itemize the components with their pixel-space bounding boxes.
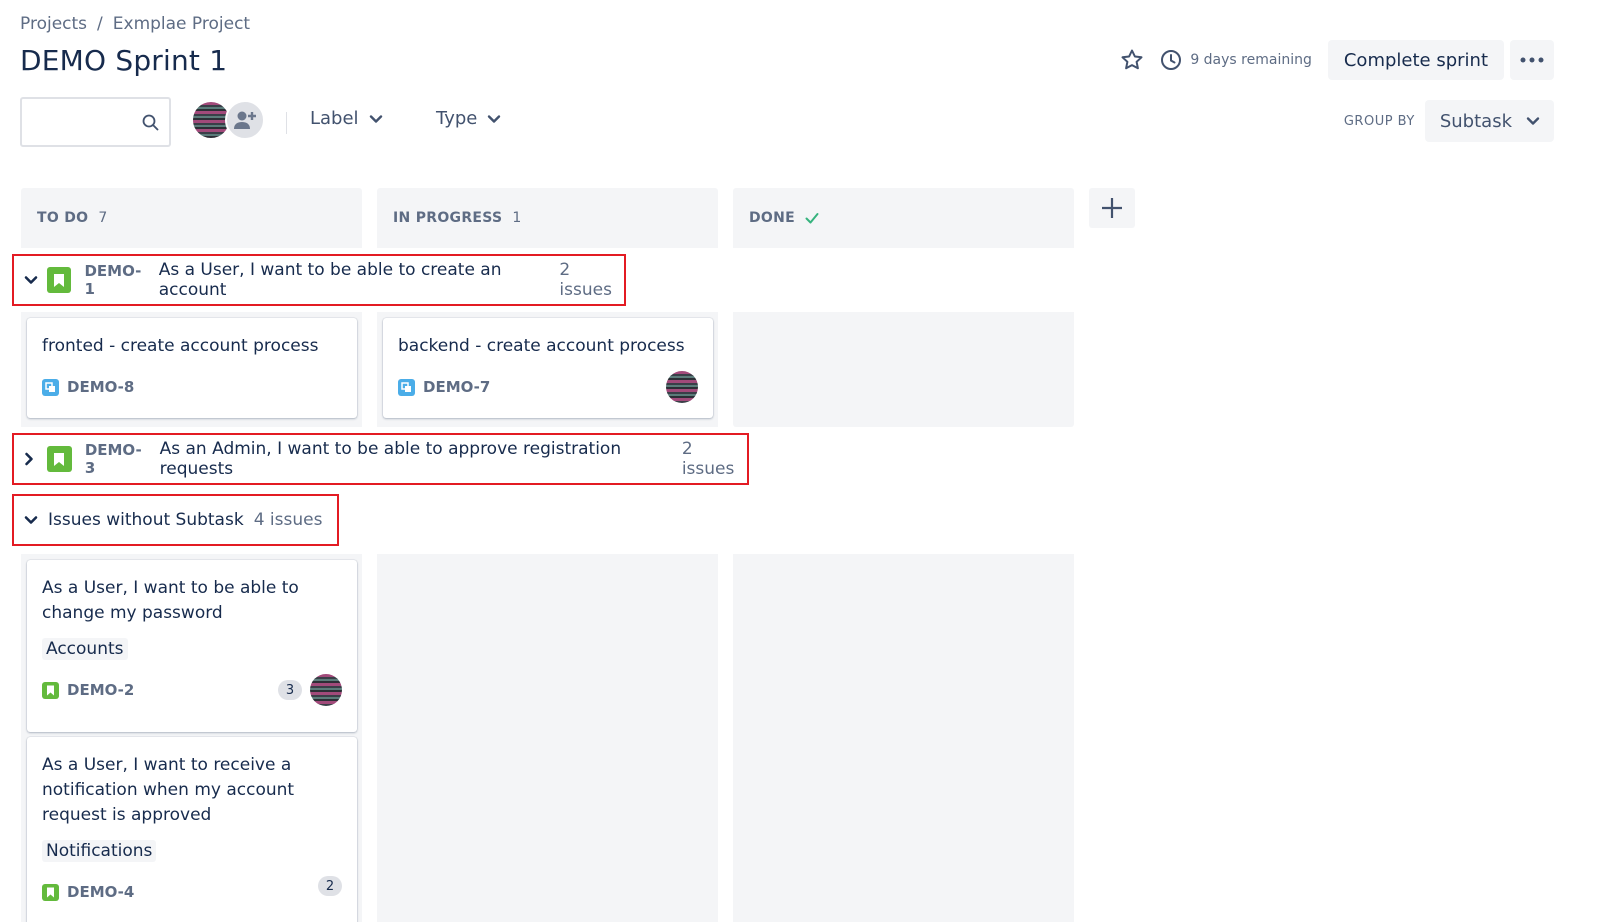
search-icon (142, 114, 159, 135)
label-filter-dropdown[interactable]: Label (310, 108, 383, 129)
card-summary: backend - create account process (398, 336, 685, 356)
card-demo-2[interactable]: As a User, I want to be able to change m… (27, 560, 357, 732)
more-actions-button[interactable] (1510, 40, 1554, 80)
cell-in-progress (377, 554, 718, 922)
days-remaining: 9 days remaining (1190, 52, 1312, 68)
board-toolbar: Label Type GROUP BY Subtask (20, 96, 1554, 148)
subtask-count-badge: 2 (318, 876, 342, 896)
card-footer: DEMO-7 (398, 371, 698, 403)
breadcrumb: Projects / Exmplae Project (20, 14, 250, 34)
card-summary: fronted - create account process (42, 336, 319, 356)
column-header-done: DONE (733, 188, 1074, 248)
swimlane-count: 4 issues (253, 510, 323, 530)
card-footer: DEMO-4 2 (42, 876, 342, 906)
add-people-button[interactable] (225, 100, 265, 140)
card-footer: DEMO-2 3 (42, 674, 342, 706)
swimlane-title: Issues without Subtask (48, 510, 244, 530)
search-input[interactable] (22, 99, 132, 145)
label-filter-text: Label (310, 108, 359, 129)
header-actions: 9 days remaining Complete sprint (1118, 40, 1554, 80)
card-meta: 2 (318, 876, 342, 896)
swimlane-issues-without-subtask[interactable]: Issues without Subtask 4 issues (12, 494, 339, 546)
column-header-todo: TO DO 7 (21, 188, 362, 248)
swimlane-title: As an Admin, I want to be able to approv… (159, 439, 622, 479)
chevron-right-icon[interactable] (24, 452, 39, 466)
column-count: 7 (98, 210, 108, 226)
column-count: 1 (512, 210, 522, 226)
card-meta: 3 (278, 674, 342, 706)
column-name: DONE (749, 210, 796, 226)
more-icon (1520, 57, 1544, 63)
swimlane-key[interactable]: DEMO-3 (85, 441, 149, 477)
chevron-down-icon (488, 114, 501, 123)
card-key[interactable]: DEMO-7 (423, 378, 490, 396)
swimlane-demo-3[interactable]: DEMO-3 As an Admin, I want to be able to… (12, 433, 749, 485)
breadcrumb-project-link[interactable]: Exmplae Project (113, 14, 250, 34)
page-title: DEMO Sprint 1 (20, 44, 228, 77)
story-icon (42, 681, 59, 699)
subtask-count-badge: 3 (278, 680, 302, 700)
cell-done (733, 554, 1074, 922)
assignee-avatar[interactable] (666, 371, 698, 403)
story-icon (47, 446, 72, 472)
chevron-down-icon[interactable] (24, 515, 40, 525)
breadcrumb-separator: / (97, 14, 103, 34)
column-header-in-progress: IN PROGRESS 1 (377, 188, 718, 248)
swimlane-key[interactable]: DEMO-1 (84, 262, 147, 298)
card-demo-8[interactable]: fronted - create account process DEMO-8 (27, 318, 357, 418)
check-icon (805, 213, 819, 224)
complete-sprint-button[interactable]: Complete sprint (1327, 40, 1504, 80)
card-key[interactable]: DEMO-2 (67, 681, 134, 699)
chevron-down-icon[interactable] (24, 275, 39, 285)
group-by-value: Subtask (1439, 110, 1512, 132)
search-box (20, 97, 171, 147)
chevron-down-icon (1526, 117, 1540, 125)
toolbar-divider (286, 112, 287, 134)
chevron-down-icon (369, 114, 382, 123)
group-by-label: GROUP BY (1343, 113, 1415, 129)
story-icon (47, 267, 72, 293)
swimlane-demo-1[interactable]: DEMO-1 As a User, I want to be able to c… (12, 254, 626, 306)
type-filter-text: Type (436, 108, 478, 129)
card-meta (666, 371, 698, 403)
star-button[interactable] (1118, 46, 1146, 74)
card-demo-7[interactable]: backend - create account process DEMO-7 (383, 318, 713, 418)
add-user-icon (234, 111, 256, 129)
swimlane-title: As a User, I want to be able to create a… (158, 260, 502, 300)
card-label: Accounts (42, 638, 128, 660)
story-icon (42, 883, 59, 901)
subtask-icon (42, 378, 59, 396)
breadcrumb-projects-link[interactable]: Projects (20, 14, 87, 34)
star-icon (1121, 49, 1143, 70)
card-label: Notifications (42, 840, 157, 862)
assignee-avatar[interactable] (310, 674, 342, 706)
swimlane-count: 2 issues (559, 260, 612, 300)
subtask-icon (398, 378, 415, 396)
group-by-select[interactable]: Subtask (1424, 100, 1554, 142)
card-summary: As a User, I want to be able to change m… (42, 578, 299, 623)
clock-icon (1160, 49, 1182, 71)
plus-icon (1102, 198, 1122, 218)
group-by: GROUP BY Subtask (1344, 100, 1554, 142)
swimlane-count: 2 issues (681, 439, 735, 479)
card-demo-4[interactable]: As a User, I want to receive a notificat… (27, 737, 357, 922)
card-key[interactable]: DEMO-4 (67, 883, 134, 901)
avatar-group (191, 100, 265, 140)
column-name: IN PROGRESS (393, 210, 503, 226)
card-summary: As a User, I want to receive a notificat… (42, 755, 295, 825)
type-filter-dropdown[interactable]: Type (436, 108, 501, 129)
column-name: TO DO (37, 210, 89, 226)
card-footer: DEMO-8 (42, 373, 342, 401)
cell-done (733, 312, 1074, 427)
card-key[interactable]: DEMO-8 (67, 378, 134, 396)
add-column-button[interactable] (1089, 188, 1135, 228)
